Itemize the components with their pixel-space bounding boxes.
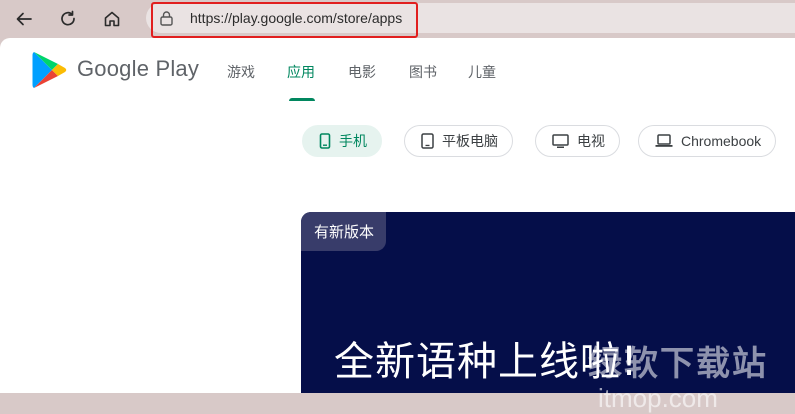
nav-apps[interactable]: 应用 — [287, 62, 315, 82]
brand-name[interactable]: Google Play — [77, 56, 199, 82]
tablet-icon — [421, 133, 434, 149]
filter-chromebook-label: Chromebook — [681, 133, 762, 149]
filter-tv[interactable]: 电视 — [535, 125, 620, 157]
filter-tv-label: 电视 — [577, 133, 605, 149]
browser-toolbar: https://play.google.com/store/apps — [0, 0, 795, 38]
active-tab-indicator — [289, 98, 315, 101]
play-store-page: Google Play 游戏 应用 电影 图书 儿童 手机 平板电脑 电视 Ch… — [0, 38, 795, 413]
filter-tablet-label: 平板电脑 — [442, 133, 498, 149]
filter-tablet[interactable]: 平板电脑 — [404, 125, 513, 157]
filter-phone-label: 手机 — [339, 133, 367, 149]
back-icon[interactable] — [10, 5, 38, 33]
nav-movies[interactable]: 电影 — [348, 62, 376, 82]
tv-icon — [552, 133, 569, 148]
laptop-icon — [655, 134, 673, 147]
phone-icon — [319, 133, 331, 149]
filter-phone[interactable]: 手机 — [302, 125, 382, 157]
url-highlight-box — [151, 2, 418, 38]
google-play-logo-icon[interactable] — [32, 50, 68, 95]
new-version-badge: 有新版本 — [301, 212, 387, 251]
watermark-cn: 绿软下载站 — [588, 344, 768, 384]
filter-chromebook[interactable]: Chromebook — [638, 125, 777, 157]
nav-games[interactable]: 游戏 — [227, 62, 255, 82]
home-icon[interactable] — [98, 5, 126, 33]
nav-books[interactable]: 图书 — [409, 62, 437, 82]
nav-kids[interactable]: 儿童 — [468, 62, 496, 82]
watermark-en: itmop.com — [598, 383, 718, 413]
refresh-icon[interactable] — [54, 5, 82, 33]
